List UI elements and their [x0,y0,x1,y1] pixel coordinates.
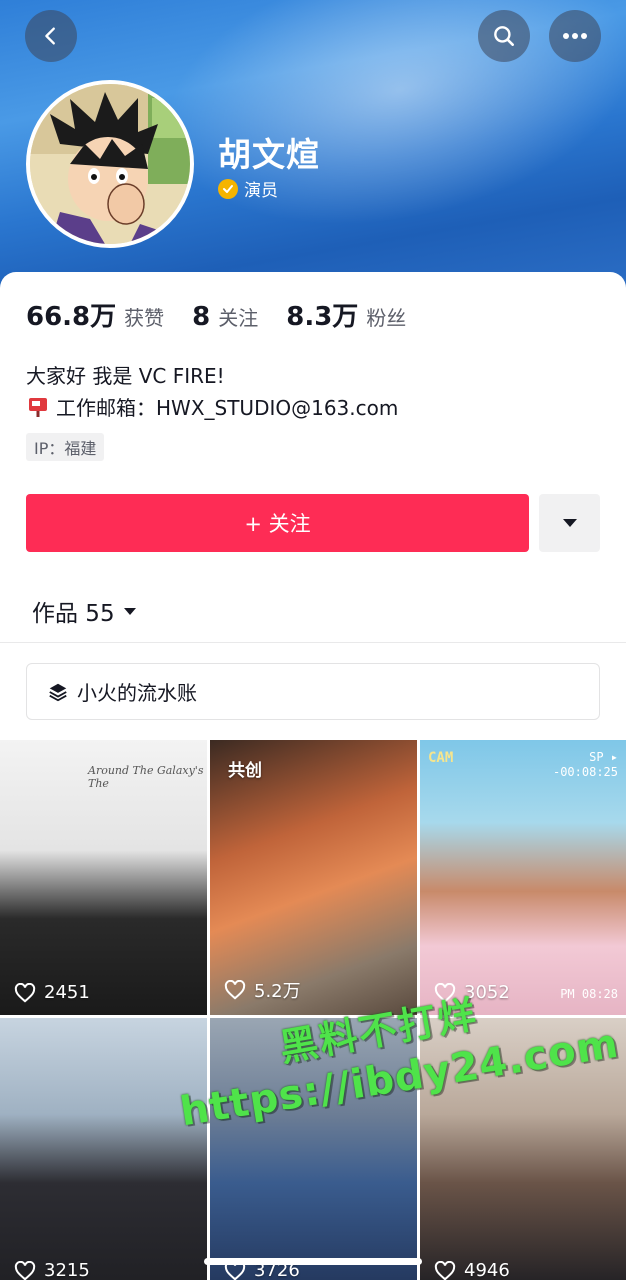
layers-icon [49,683,67,701]
works-tab-label: 作品 55 [32,601,115,627]
video-likes-count: 2451 [44,982,90,1003]
triangle-down-icon [562,519,577,527]
profile-name: 胡文煊 [218,135,320,174]
likes-label: 获赞 [124,306,165,330]
video-tile[interactable]: Around The Galaxy's The 2451 [0,740,207,1015]
sp-label: SP ▸ [589,750,618,764]
collection-card[interactable]: 小火的流水账 [26,663,600,720]
cam-overlay-text: CAM [428,750,454,766]
collection-label: 小火的流水账 [77,681,197,705]
video-likes-count: 5.2万 [254,981,301,1002]
avatar-image [30,84,190,244]
tab-works[interactable]: 作品 55 [32,594,137,628]
following-label[interactable]: 关注 [218,302,258,331]
mailbox-icon [29,397,47,417]
bio-line-2: 工作邮箱：HWX_STUDIO@163.com [26,392,398,421]
video-tile[interactable]: CAM SP ▸ -00:08:25 PM 08:28 3052 [420,740,626,1015]
home-indicator[interactable] [204,1258,422,1265]
search-icon [494,26,514,46]
stats-row: 66.8万 获赞 8 关注 8.3万 粉丝 [26,296,434,333]
chevron-left-icon [45,27,55,45]
followers-label[interactable]: 粉丝 [366,302,406,331]
following-count[interactable]: 8 [192,302,210,332]
email-text: 工作邮箱：HWX_STUDIO@163.com [56,396,399,420]
followers-count[interactable]: 8.3万 [286,296,358,333]
heart-outline-icon [434,1260,456,1280]
video-tile[interactable]: 3215 [0,1018,207,1280]
verified-label: 演员 [244,181,278,201]
more-dots-icon [563,33,587,39]
video-likes-count: 4946 [464,1260,510,1280]
heart-outline-icon [14,982,36,1002]
bio-line-1: 大家好 我是 VC FIRE! [26,364,225,388]
video-overlay-text: Around The Galaxy's The [88,764,204,790]
video-likes: 2451 [14,982,90,1003]
sp-overlay: SP ▸ -00:08:25 [553,750,618,780]
likes-count: 66.8万 [26,302,117,332]
recommend-dropdown-button[interactable] [539,494,600,552]
search-button[interactable] [478,10,530,62]
follow-button[interactable]: + 关注 [26,494,529,552]
tab-divider [0,642,626,643]
ip-location-tag: IP：福建 [26,433,105,461]
co-creation-tag: 共创 [228,761,262,781]
avatar[interactable] [26,80,194,248]
video-likes: 4946 [434,1260,510,1280]
triangle-down-icon [123,607,136,615]
video-likes-count: 3215 [44,1260,90,1280]
verified-check-icon [218,178,238,199]
verified-role: 演员 [218,176,278,201]
profile-card: 66.8万 获赞 8 关注 8.3万 粉丝 大家好 我是 VC FIRE! 工作… [0,272,626,1280]
video-likes: 3215 [14,1260,90,1280]
back-button[interactable] [25,10,77,62]
video-tile[interactable]: 共创 5.2万 [210,740,417,1015]
video-likes: 5.2万 [224,977,301,1003]
heart-outline-icon [14,1260,36,1280]
pm-timestamp: PM 08:28 [560,987,618,1001]
heart-outline-icon [224,980,246,1000]
sp-time: -00:08:25 [552,765,618,779]
more-options-button[interactable] [549,10,601,62]
